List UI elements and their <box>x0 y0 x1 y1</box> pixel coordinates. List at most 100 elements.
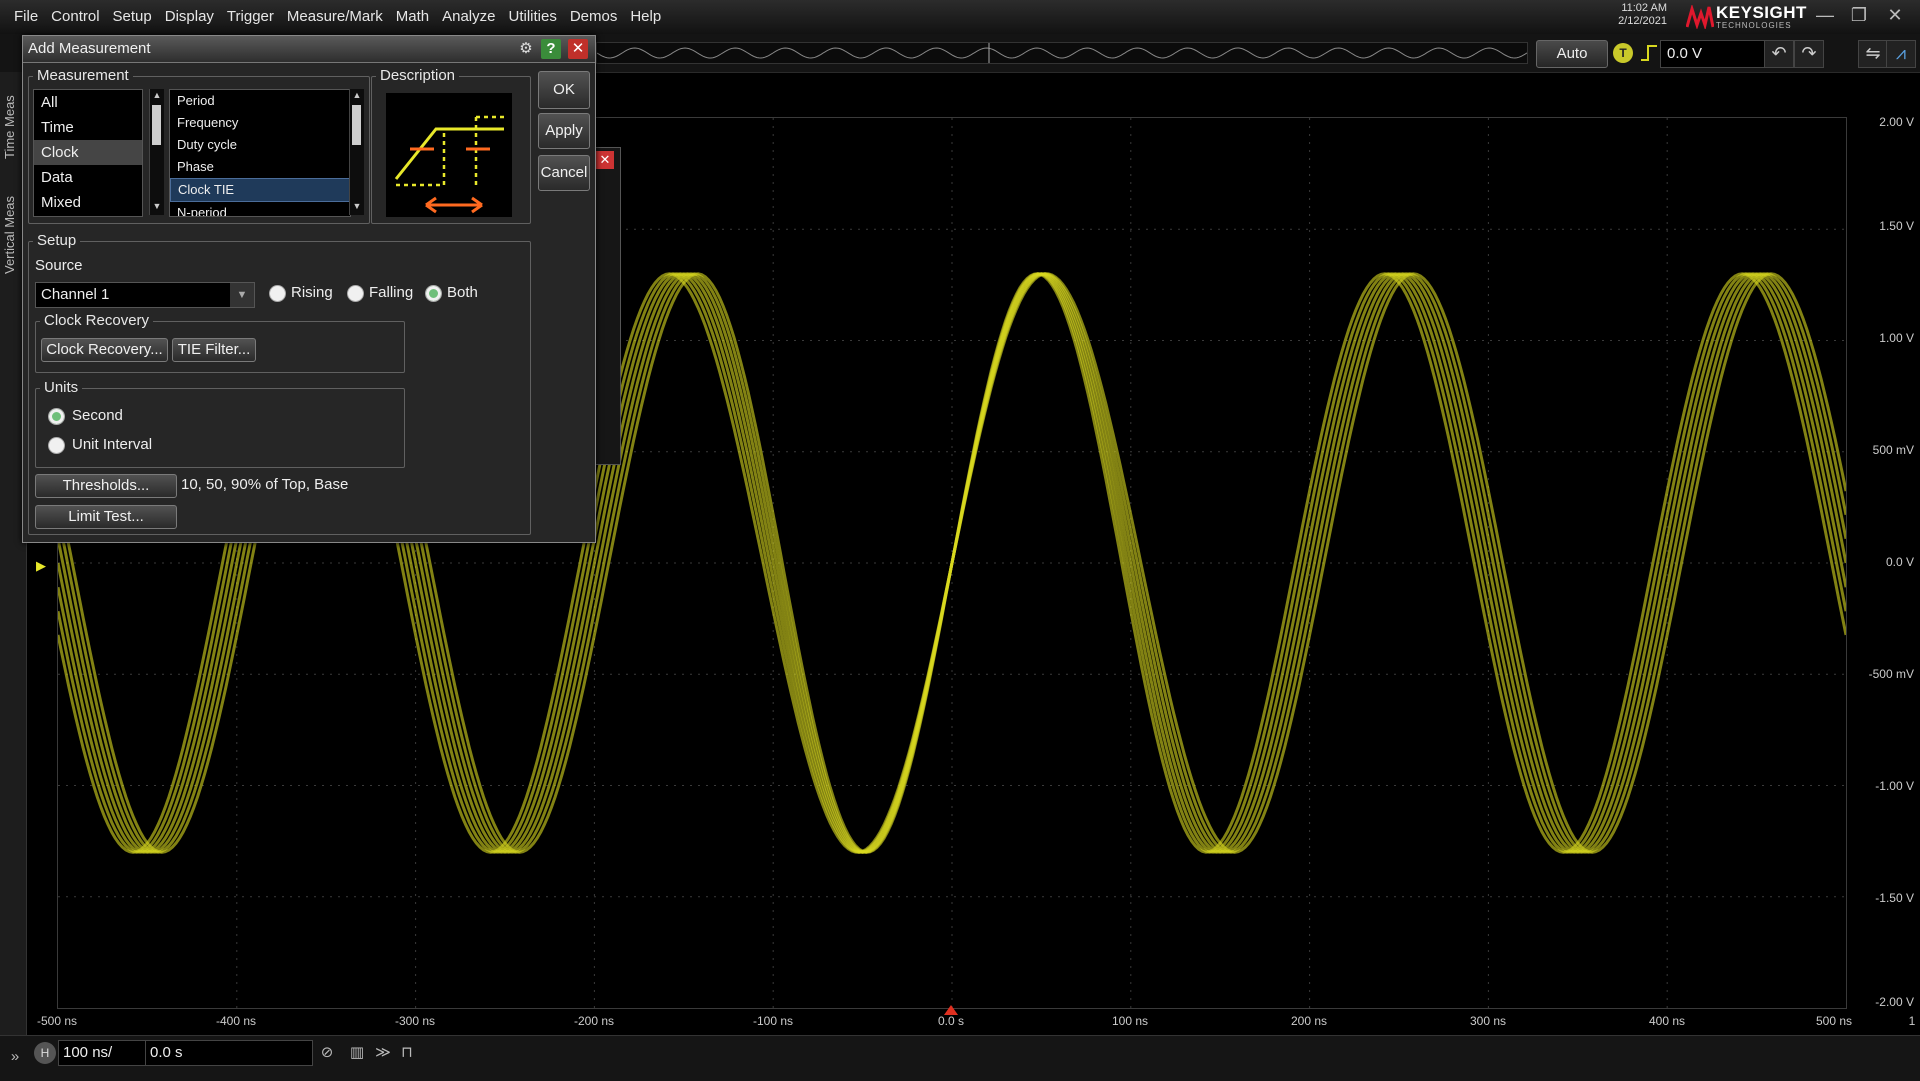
category-list[interactable]: All Time Clock Data Mixed <box>33 89 143 217</box>
scroll-thumb[interactable] <box>152 105 161 145</box>
tab-vertical-meas[interactable]: Vertical Meas <box>2 180 22 290</box>
x-tick-label: 200 ns <box>1290 1014 1328 1028</box>
trigger-mode-button[interactable]: Auto <box>1536 40 1608 68</box>
menu-measure-mark[interactable]: Measure/Mark <box>287 8 383 25</box>
edge-falling-radio[interactable] <box>347 285 364 302</box>
measurement-period[interactable]: Period <box>170 90 350 112</box>
y-tick-label: 2.00 V <box>1879 115 1914 129</box>
ok-button[interactable]: OK <box>538 71 590 109</box>
scroll-down-icon[interactable]: ▼ <box>350 201 364 211</box>
edge-falling-label[interactable]: Falling <box>369 284 413 301</box>
clock: 11:02 AM 2/12/2021 <box>1603 2 1667 28</box>
rising-edge-icon[interactable] <box>1640 44 1658 62</box>
description-group: Description <box>371 67 531 224</box>
units-second-label[interactable]: Second <box>72 407 123 424</box>
scroll-up-icon[interactable]: ▲ <box>150 90 164 100</box>
measurement-phase[interactable]: Phase <box>170 156 350 178</box>
measure-tool-icon[interactable]: ⩘ <box>1886 40 1916 68</box>
close-icon[interactable]: ✕ <box>568 39 588 59</box>
connect-icon[interactable]: ⇋ <box>1858 40 1888 68</box>
close-icon[interactable]: ✕ <box>1882 4 1908 28</box>
measurement-clock-tie[interactable]: Clock TIE <box>170 178 350 202</box>
thresholds-button[interactable]: Thresholds... <box>35 474 177 498</box>
menu-control[interactable]: Control <box>51 8 99 25</box>
x-tick-label: 300 ns <box>1469 1014 1507 1028</box>
menu-trigger[interactable]: Trigger <box>227 8 274 25</box>
scroll-down-icon[interactable]: ▼ <box>150 201 164 211</box>
scroll-thumb[interactable] <box>352 105 361 145</box>
chevron-down-icon[interactable]: ▼ <box>230 283 254 307</box>
trigger-indicator[interactable]: T <box>1613 43 1633 63</box>
x-tick-label: 400 ns <box>1648 1014 1686 1028</box>
units-unit-interval-label[interactable]: Unit Interval <box>72 436 152 453</box>
edge-both-radio[interactable] <box>425 285 442 302</box>
measurement-n-period[interactable]: N-period <box>170 202 350 216</box>
category-time[interactable]: Time <box>34 115 142 140</box>
maximize-icon[interactable]: ❐ <box>1846 4 1872 28</box>
help-icon[interactable]: ? <box>541 39 561 59</box>
clock-recovery-label: Clock Recovery <box>40 312 154 329</box>
y-tick-label: -1.00 V <box>1875 779 1914 793</box>
background-panel-close-icon[interactable]: ✕ <box>596 151 614 169</box>
x-tick-label: -300 ns <box>394 1014 436 1028</box>
category-all[interactable]: All <box>34 90 142 115</box>
minimize-icon[interactable]: — <box>1812 4 1838 28</box>
edge-rising-radio[interactable] <box>269 285 286 302</box>
cancel-button[interactable]: Cancel <box>538 155 590 191</box>
source-dropdown[interactable]: Channel 1 ▼ <box>35 282 255 308</box>
horizontal-button[interactable]: H <box>34 1042 56 1064</box>
units-unit-interval-radio[interactable] <box>48 437 65 454</box>
menu-file[interactable]: File <box>14 8 38 25</box>
menu-items: File Control Setup Display Trigger Measu… <box>14 8 661 25</box>
expand-arrow-icon[interactable]: » <box>4 1046 26 1068</box>
gear-icon[interactable]: ⚙ <box>516 39 536 59</box>
category-clock[interactable]: Clock <box>34 140 142 165</box>
play-forward-icon[interactable]: ≫ <box>372 1042 394 1064</box>
delay-field[interactable]: 0.0 s <box>145 1040 313 1066</box>
zoom-icon[interactable]: ⊘ <box>316 1042 338 1064</box>
x-tick-label: -400 ns <box>215 1014 257 1028</box>
menu-math[interactable]: Math <box>396 8 429 25</box>
scroll-up-icon[interactable]: ▲ <box>350 90 364 100</box>
menu-analyze[interactable]: Analyze <box>442 8 495 25</box>
clock-recovery-button[interactable]: Clock Recovery... <box>41 338 168 362</box>
measurement-scrollbar[interactable]: ▲ ▼ <box>349 89 364 215</box>
apply-button[interactable]: Apply <box>538 113 590 149</box>
measurement-list[interactable]: Period Frequency Duty cycle Phase Clock … <box>169 89 351 217</box>
menu-demos[interactable]: Demos <box>570 8 618 25</box>
tie-filter-button[interactable]: TIE Filter... <box>172 338 256 362</box>
edge-both-label[interactable]: Both <box>447 284 478 301</box>
clock-time: 11:02 AM <box>1621 2 1667 14</box>
undo-icon[interactable]: ↶ <box>1764 40 1794 68</box>
category-data[interactable]: Data <box>34 165 142 190</box>
background-panel <box>594 147 621 465</box>
dialog-title-bar[interactable]: Add Measurement ⚙ ? ✕ <box>23 36 595 63</box>
tab-time-meas[interactable]: Time Meas <box>2 82 22 172</box>
x-tick-label: -200 ns <box>573 1014 615 1028</box>
setup-group-label: Setup <box>33 232 81 249</box>
menu-utilities[interactable]: Utilities <box>508 8 556 25</box>
edge-rising-label[interactable]: Rising <box>291 284 333 301</box>
measurement-frequency[interactable]: Frequency <box>170 112 350 134</box>
menu-display[interactable]: Display <box>165 8 214 25</box>
ground-marker-icon[interactable]: ▶ <box>36 558 46 574</box>
marker-icon[interactable]: ⊓ <box>396 1042 418 1064</box>
menu-help[interactable]: Help <box>630 8 661 25</box>
redo-icon[interactable]: ↷ <box>1794 40 1824 68</box>
category-scrollbar[interactable]: ▲ ▼ <box>149 89 164 215</box>
keysight-wave-icon <box>1686 5 1714 29</box>
grid-icon[interactable]: ▥ <box>346 1042 368 1064</box>
timebase-field[interactable]: 100 ns/ <box>58 1040 146 1066</box>
waveform-overview[interactable] <box>596 42 1528 64</box>
units-second-radio[interactable] <box>48 408 65 425</box>
y-tick-label: -500 mV <box>1868 667 1914 681</box>
add-measurement-dialog: Add Measurement ⚙ ? ✕ Measurement All Ti… <box>22 35 596 543</box>
limit-test-button[interactable]: Limit Test... <box>35 505 177 529</box>
y-tick-label: 500 mV <box>1872 443 1914 457</box>
menu-setup[interactable]: Setup <box>113 8 152 25</box>
trigger-level-field[interactable]: 0.0 V <box>1660 40 1768 68</box>
source-value: Channel 1 <box>41 286 110 303</box>
thresholds-summary: 10, 50, 90% of Top, Base <box>181 476 349 493</box>
category-mixed[interactable]: Mixed <box>34 190 142 215</box>
measurement-duty-cycle[interactable]: Duty cycle <box>170 134 350 156</box>
